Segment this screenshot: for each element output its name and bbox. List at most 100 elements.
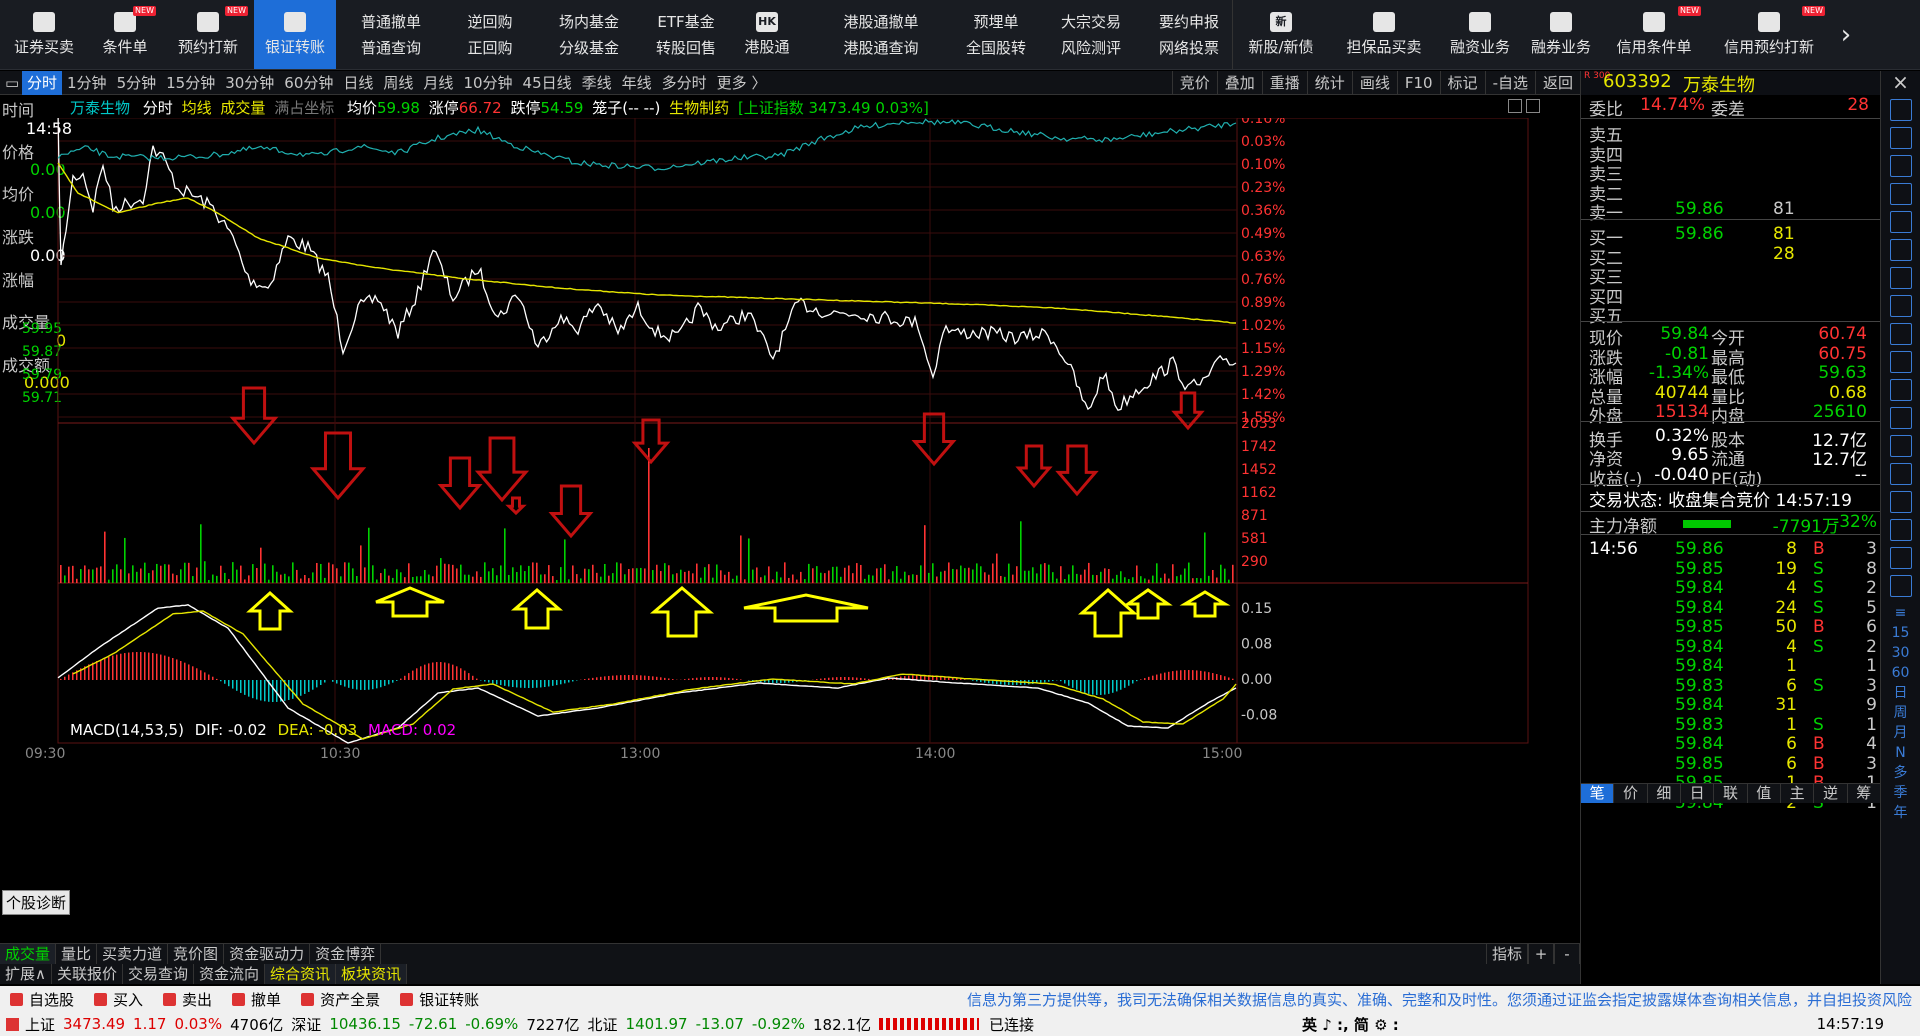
- detail-tab-5[interactable]: 值: [1748, 784, 1781, 803]
- toolbar-pair2-bottom-3[interactable]: 网络投票: [1159, 35, 1219, 61]
- period-shortcut-0[interactable]: ≡: [1881, 603, 1920, 623]
- period-tab-0[interactable]: 分时: [22, 70, 63, 95]
- quick-action-0[interactable]: 自选股: [0, 989, 84, 1010]
- period-shortcut-1[interactable]: 15: [1881, 623, 1920, 643]
- tool-icon[interactable]: [1889, 127, 1912, 149]
- buy-level[interactable]: 买五: [1581, 302, 1881, 327]
- tool-icon[interactable]: [1889, 463, 1912, 485]
- period-tab-6[interactable]: 日线: [338, 71, 378, 95]
- toolbar-pair-top-2[interactable]: 场内基金: [559, 9, 619, 35]
- indicator-control-2[interactable]: -: [1554, 944, 1580, 964]
- period-shortcut-7[interactable]: N: [1881, 743, 1920, 763]
- chart-tool-2[interactable]: 重播: [1261, 70, 1307, 95]
- detail-tab-0[interactable]: 笔: [1581, 784, 1615, 803]
- main-net-row[interactable]: 主力净额 -7791万 -32%: [1581, 511, 1881, 537]
- index-overlay-label[interactable]: [上证指数 3473.49 0.03%]: [738, 99, 929, 117]
- close-icon[interactable]: ×: [1881, 71, 1920, 93]
- detail-tab-4[interactable]: 联: [1714, 784, 1748, 803]
- info-tab-0[interactable]: 扩展∧: [0, 964, 52, 984]
- period-tab-7[interactable]: 周线: [378, 71, 418, 95]
- tool-icon[interactable]: [1889, 547, 1912, 569]
- period-tab-11[interactable]: 季线: [577, 71, 617, 95]
- indicator-tab-3[interactable]: 竞价图: [168, 944, 225, 964]
- toolbar-pair2-top-0[interactable]: 港股通撤单: [843, 9, 918, 35]
- toolbar-pair2-bottom-2[interactable]: 风险测评: [1061, 35, 1121, 61]
- toolbar-hk-button-0[interactable]: HK 港股通: [728, 0, 806, 69]
- info-tab-4[interactable]: 综合资讯: [265, 964, 337, 984]
- info-tab-2[interactable]: 交易查询: [123, 964, 195, 984]
- quick-action-1[interactable]: 买入: [84, 989, 153, 1010]
- quick-action-2[interactable]: 卖出: [153, 989, 222, 1010]
- indicator-tab-0[interactable]: 成交量: [0, 944, 57, 964]
- quick-action-5[interactable]: 银证转账: [390, 989, 489, 1010]
- intraday-chart[interactable]: 0.16% 0.03% 0.10% 0.23% 0.36% 0.49% 0.63% 0.76%…: [0, 118, 1580, 943]
- period-shortcut-10[interactable]: 年: [1881, 803, 1920, 823]
- toolbar-credit-button-3[interactable]: 融券业务: [1521, 0, 1601, 69]
- tool-icon[interactable]: [1889, 99, 1912, 121]
- chart-tool-4[interactable]: 画线: [1351, 70, 1397, 95]
- indicator-tab-4[interactable]: 资金驱动力: [224, 944, 311, 964]
- detail-tab-1[interactable]: 价: [1614, 784, 1648, 803]
- period-shortcut-6[interactable]: 月: [1881, 723, 1920, 743]
- toolbar-pair-top-0[interactable]: 普通撤单: [361, 9, 421, 35]
- toolbar-pair-bottom-1[interactable]: 正回购: [467, 35, 512, 61]
- toolbar-pair2-top-2[interactable]: 大宗交易: [1061, 9, 1121, 35]
- period-shortcut-2[interactable]: 30: [1881, 643, 1920, 663]
- toolbar-more-icon[interactable]: ›: [1831, 0, 1861, 69]
- tool-icon[interactable]: [1889, 351, 1912, 373]
- tool-icon[interactable]: [1889, 295, 1912, 317]
- tool-icon[interactable]: [1889, 183, 1912, 205]
- period-shortcut-3[interactable]: 60: [1881, 663, 1920, 683]
- chart-settings-icon[interactable]: [1508, 99, 1522, 113]
- tool-icon[interactable]: [1889, 519, 1912, 541]
- detail-tab-7[interactable]: 逆: [1814, 784, 1848, 803]
- toolbar-button-1[interactable]: NEW 条件单: [88, 0, 162, 69]
- toolbar-pair-bottom-3[interactable]: 转股回售: [656, 35, 716, 61]
- period-shortcut-4[interactable]: 日: [1881, 683, 1920, 703]
- chart-tool-1[interactable]: 叠加: [1216, 70, 1262, 95]
- detail-tab-6[interactable]: 主: [1781, 784, 1815, 803]
- period-shortcut-5[interactable]: 周: [1881, 703, 1920, 723]
- tool-icon[interactable]: [1889, 379, 1912, 401]
- toolbar-credit-button-4[interactable]: NEW 信用条件单: [1601, 0, 1707, 69]
- period-tab-3[interactable]: 15分钟: [161, 71, 220, 95]
- tool-icon[interactable]: [1889, 407, 1912, 429]
- chart-tool-8[interactable]: 返回: [1534, 70, 1580, 95]
- chart-expand-icon[interactable]: [1526, 99, 1540, 113]
- toolbar-pair-bottom-0[interactable]: 普通查询: [361, 35, 421, 61]
- toolbar-pair2-bottom-1[interactable]: 全国股转: [966, 35, 1026, 61]
- indicator-tab-1[interactable]: 量比: [56, 944, 98, 964]
- tool-icon[interactable]: [1889, 211, 1912, 233]
- avg-line-toggle[interactable]: 均线: [182, 99, 212, 117]
- period-tab-13[interactable]: 多分时: [657, 71, 712, 95]
- toolbar-button-3[interactable]: 银证转账: [254, 0, 336, 69]
- period-tab-4[interactable]: 30分钟: [220, 71, 279, 95]
- toolbar-pair-top-3[interactable]: ETF基金: [657, 9, 714, 35]
- chart-mode[interactable]: 分时: [143, 99, 173, 117]
- indicator-tab-2[interactable]: 买卖力道: [97, 944, 169, 964]
- indicator-control-0[interactable]: 指标: [1485, 944, 1528, 964]
- tool-icon[interactable]: [1889, 155, 1912, 177]
- quick-action-4[interactable]: 资产全景: [291, 989, 390, 1010]
- info-tab-3[interactable]: 资金流向: [194, 964, 266, 984]
- period-tab-12[interactable]: 年线: [617, 71, 657, 95]
- tool-icon[interactable]: [1889, 435, 1912, 457]
- toolbar-credit-button-1[interactable]: 担保品买卖: [1329, 0, 1439, 69]
- period-tab-9[interactable]: 10分钟: [458, 71, 517, 95]
- info-tab-5[interactable]: 板块资讯: [336, 964, 408, 984]
- volume-toggle[interactable]: 成交量: [220, 99, 265, 117]
- period-tab-1[interactable]: 1分钟: [62, 71, 112, 95]
- macd-title[interactable]: MACD(14,53,5): [70, 721, 184, 739]
- toolbar-button-2[interactable]: NEW 预约打新: [162, 0, 254, 69]
- chart-tool-7[interactable]: -自选: [1484, 70, 1535, 95]
- chart-tool-0[interactable]: 竞价: [1171, 70, 1217, 95]
- chart-tool-3[interactable]: 统计: [1306, 70, 1352, 95]
- stock-diagnosis-button[interactable]: 个股诊断: [2, 890, 71, 915]
- indicator-tab-5[interactable]: 资金博弈: [310, 944, 382, 964]
- period-tab-5[interactable]: 60分钟: [279, 71, 338, 95]
- detail-tab-3[interactable]: 日: [1681, 784, 1715, 803]
- tool-icon[interactable]: [1889, 575, 1912, 597]
- info-tab-1[interactable]: 关联报价: [52, 964, 123, 984]
- toolbar-pair-top-1[interactable]: 逆回购: [467, 9, 512, 35]
- period-shortcut-9[interactable]: 季: [1881, 783, 1920, 803]
